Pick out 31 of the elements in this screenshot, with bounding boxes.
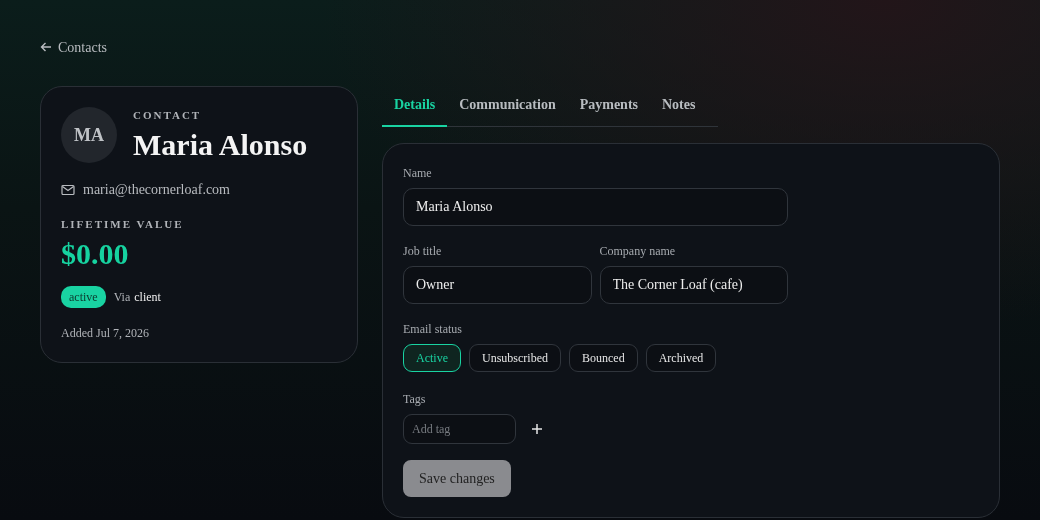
lifetime-value: $0.00 [61, 236, 130, 270]
tab[interactable]: Communication [447, 86, 568, 127]
email-text: maria@thecornerloaf.com [83, 181, 230, 199]
status-option[interactable]: Bounced [569, 344, 638, 372]
status-option[interactable]: Active [403, 344, 461, 372]
avatar: MA [61, 107, 117, 163]
tab[interactable]: Details [382, 86, 448, 127]
field-label: Email status [403, 321, 463, 338]
tab[interactable]: Payments [567, 86, 650, 127]
status-option[interactable]: Archived [645, 344, 717, 372]
via-label: Via [113, 288, 131, 306]
job-title-field[interactable]: Owner [403, 266, 592, 304]
status-badge: active [61, 285, 106, 308]
status-option[interactable]: Unsubscribed [469, 344, 561, 372]
field-label: Company name [599, 243, 677, 260]
name-field[interactable]: Maria Alonso [403, 188, 788, 226]
added-date: Added Jul 7, 2026 [61, 324, 150, 342]
tag-input-field[interactable]: Add tag [403, 414, 516, 444]
contact-name: Maria Alonso [133, 127, 308, 161]
field-label: Tags [403, 391, 427, 408]
section-label: CONTACT [133, 108, 203, 123]
field-label: Job title [403, 243, 443, 260]
lifetime-value-label: LIFETIME VALUE [61, 217, 185, 232]
back-arrow-icon [40, 41, 52, 53]
tab[interactable]: Notes [650, 86, 708, 127]
source-text: client [134, 288, 161, 306]
back-link[interactable]: Contacts [40, 36, 107, 58]
mail-icon [61, 183, 75, 196]
add-icon[interactable] [532, 424, 542, 434]
field-label: Name [403, 165, 433, 182]
company-name-field[interactable]: The Corner Loaf (cafe) [599, 266, 788, 304]
